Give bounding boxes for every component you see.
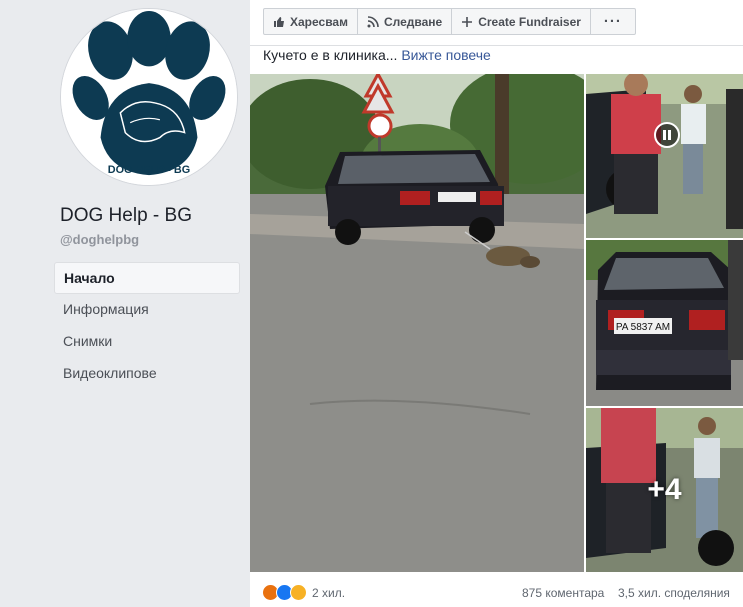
car-rear-photo: PA 5837 AM [586,240,743,406]
post-text: Кучето е в клиника... Вижте повече [263,47,491,63]
people-video-frame [586,74,743,238]
pause-icon[interactable] [654,122,680,148]
video-thumbnail[interactable] [586,74,743,238]
page-handle[interactable]: @doghelpbg [60,232,139,247]
more-dots-icon[interactable]: ··· [591,9,635,34]
like-page-button[interactable]: Харесвам [264,9,358,34]
follow-label: Следване [383,14,443,29]
main-content: Харесвам Следване Create Fundraiser ··· … [250,0,743,607]
photo-thumbnail-car[interactable]: PA 5837 AM [586,240,743,406]
like-thumb-icon [274,16,284,27]
sidebar-nav: Начало Информация Снимки Видеоклипове [54,262,240,390]
create-fundraiser-button[interactable]: Create Fundraiser [452,9,591,34]
action-button-group: Харесвам Следване Create Fundraiser ··· [263,8,636,35]
page-action-bar: Харесвам Следване Create Fundraiser ··· [250,0,743,46]
reactions-summary[interactable]: 2 хил. [262,584,345,601]
shares-count[interactable]: 3,5 хил. споделяния [618,586,730,600]
main-photo[interactable] [250,74,584,572]
sidebar-item-photos[interactable]: Снимки [54,326,240,358]
sidebar-item-home[interactable]: Начало [54,262,240,294]
post-body: Кучето е в клиника... [263,47,398,63]
license-plate [438,192,476,202]
plate-text: PA 5837 AM [616,322,670,333]
street-car-photo [250,74,584,572]
page-avatar[interactable]: DOG HELP - BG [60,8,238,186]
reaction-count: 2 хил. [312,585,346,600]
sidebar: DOG HELP - BG DOG Help - BG @doghelpbg Н… [0,0,250,607]
fundraiser-label: Create Fundraiser [478,14,581,29]
follow-button[interactable]: Следване [358,9,453,34]
post-footer: 2 хил. 875 коментара 3,5 хил. споделяния [250,578,743,607]
post-media: PA 5837 AM +4 [250,74,743,572]
photo-thumbnail-more[interactable]: +4 [586,408,743,572]
dog-paw-logo: DOG HELP - BG [61,9,237,185]
see-more-link[interactable]: Вижте повече [401,47,491,63]
plus-icon [462,16,473,27]
like-label: Харесвам [290,14,348,29]
sidebar-item-about[interactable]: Информация [54,294,240,326]
sidebar-item-videos[interactable]: Видеоклипове [54,358,240,390]
sad-reaction-icon [290,584,307,601]
rss-follow-icon [367,15,379,27]
more-photos-count[interactable]: +4 [586,408,743,572]
page-title[interactable]: DOG Help - BG [60,205,192,227]
comments-count[interactable]: 875 коментара [522,586,604,600]
logo-text: DOG HELP - BG [108,164,190,176]
